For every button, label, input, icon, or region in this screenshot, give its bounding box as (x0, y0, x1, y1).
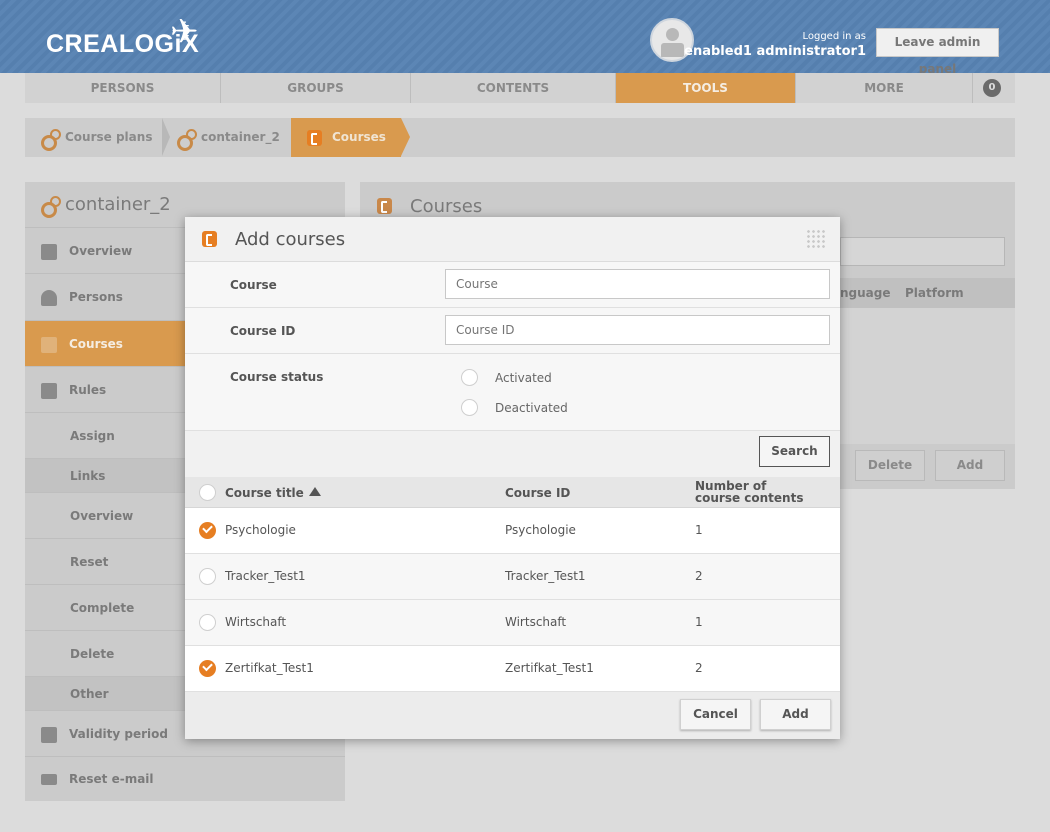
activated-radio[interactable] (461, 369, 478, 386)
sort-ascending-icon[interactable] (309, 487, 321, 496)
column-language[interactable]: nguage (840, 286, 891, 300)
course-icon (377, 198, 392, 214)
breadcrumb: Course plans container_2 Courses (25, 118, 1015, 157)
cell-course-title: Tracker_Test1 (225, 569, 306, 583)
course-label: Course (230, 278, 277, 292)
main-nav: PERSONS GROUPS CONTENTS TOOLS MORE 0 (25, 73, 1015, 103)
course-icon (307, 129, 322, 146)
cell-course-title: Zertifkat_Test1 (225, 661, 314, 675)
drag-handle-icon[interactable] (806, 229, 826, 249)
course-icon (202, 231, 217, 247)
breadcrumb-separator (162, 118, 170, 156)
cancel-button[interactable]: Cancel (680, 699, 751, 730)
course-row: Course (185, 262, 840, 308)
logo-mark-icon: ✈ (170, 12, 199, 52)
table-row[interactable]: Zertifkat_Test1 Zertifkat_Test1 2 (185, 646, 840, 692)
cell-course-id: Zertifkat_Test1 (505, 661, 594, 675)
course-icon (41, 336, 57, 353)
deactivated-radio[interactable] (461, 399, 478, 416)
column-course-id[interactable]: Course ID (505, 486, 570, 500)
calendar-icon (41, 726, 57, 743)
layout-icon (41, 243, 57, 260)
cell-course-id: Tracker_Test1 (505, 569, 586, 583)
cell-course-id: Wirtschaft (505, 615, 567, 629)
cell-course-contents: 1 (695, 615, 703, 629)
activated-label[interactable]: Activated (495, 371, 552, 385)
rules-icon (41, 382, 57, 399)
leave-admin-panel-button[interactable]: Leave admin panel (876, 28, 999, 76)
cell-course-title: Wirtschaft (225, 615, 287, 629)
add-courses-dialog: Add courses Course Course ID Course stat… (185, 217, 840, 739)
add-courses-button[interactable]: Add (760, 699, 831, 730)
dialog-footer: Cancel Add (185, 692, 840, 739)
row-checkbox-checked[interactable] (199, 660, 216, 677)
course-id-row: Course ID (185, 308, 840, 354)
course-input[interactable] (445, 269, 830, 299)
breadcrumb-course-plans[interactable]: Course plans (39, 118, 152, 157)
login-label: Logged in as (802, 31, 866, 42)
nav-contents[interactable]: CONTENTS (411, 73, 616, 103)
breadcrumb-courses[interactable]: Courses (291, 118, 401, 157)
notification-count-badge[interactable]: 0 (983, 79, 1001, 97)
breadcrumb-container[interactable]: container_2 (175, 118, 280, 157)
gears-icon (39, 195, 61, 218)
nav-tools[interactable]: TOOLS (616, 73, 796, 103)
cell-course-title: Psychologie (225, 523, 296, 537)
dialog-header[interactable]: Add courses (185, 217, 840, 262)
breadcrumb-arrow (401, 118, 410, 156)
table-row[interactable]: Tracker_Test1 Tracker_Test1 2 (185, 554, 840, 600)
nav-persons[interactable]: PERSONS (25, 73, 221, 103)
cell-course-contents: 2 (695, 569, 703, 583)
table-row[interactable]: Wirtschaft Wirtschaft 1 (185, 600, 840, 646)
user-name: enabled1 administrator1 (684, 44, 866, 59)
nav-more[interactable]: MORE (796, 73, 973, 103)
table-row[interactable]: Psychologie Psychologie 1 (185, 508, 840, 554)
column-course-title[interactable]: Course title (225, 486, 304, 500)
dialog-title: Add courses (235, 229, 346, 250)
column-platform[interactable]: Platform (905, 286, 964, 300)
gears-icon (39, 128, 61, 151)
deactivated-label[interactable]: Deactivated (495, 401, 568, 415)
add-button[interactable]: Add (935, 450, 1005, 481)
app-header: CREALOGiX ✈ Logged in as enabled1 admini… (0, 0, 1050, 76)
panel-title: Courses (410, 196, 483, 217)
table-header: Course title Course ID Number of course … (185, 477, 840, 508)
person-icon (41, 289, 57, 306)
envelope-icon (41, 774, 57, 785)
row-checkbox[interactable] (199, 614, 216, 631)
cell-course-contents: 2 (695, 661, 703, 675)
course-status-label: Course status (230, 370, 324, 384)
gears-icon (175, 128, 197, 151)
delete-button[interactable]: Delete (855, 450, 925, 481)
nav-groups[interactable]: GROUPS (221, 73, 411, 103)
row-checkbox[interactable] (199, 568, 216, 585)
course-status-row: Course status Activated Deactivated (185, 354, 840, 431)
course-id-label: Course ID (230, 324, 296, 338)
search-button[interactable]: Search (759, 436, 830, 467)
cell-course-contents: 1 (695, 523, 703, 537)
select-all-checkbox[interactable] (199, 484, 216, 501)
filter-input[interactable] (840, 237, 1005, 266)
cell-course-id: Psychologie (505, 523, 576, 537)
row-checkbox-checked[interactable] (199, 522, 216, 539)
column-course-contents[interactable]: Number of course contents (695, 480, 815, 504)
sidebar-item-reset-email[interactable]: Reset e-mail (25, 756, 345, 801)
course-id-input[interactable] (445, 315, 830, 345)
